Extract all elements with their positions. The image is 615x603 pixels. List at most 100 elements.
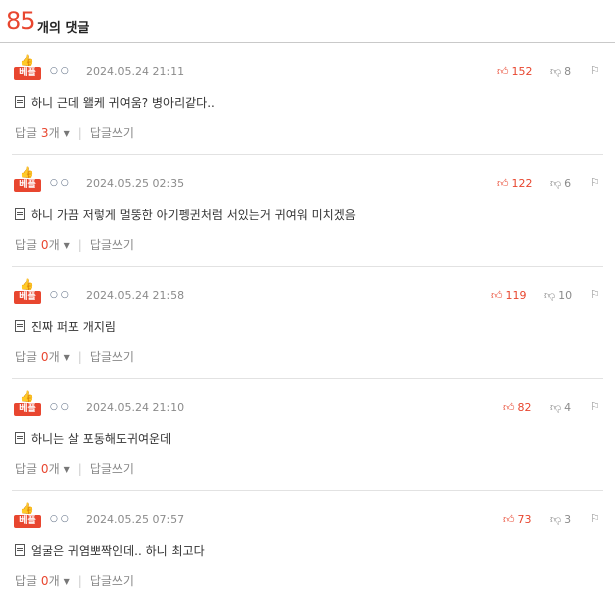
best-badge: 👍 베플 <box>14 167 41 193</box>
thumbs-up-icon: 👍 <box>20 502 34 515</box>
reply-toggle[interactable]: 답글 0개 ▼ <box>15 574 70 588</box>
write-reply-button[interactable]: 답글쓰기 <box>90 350 134 364</box>
write-reply-button[interactable]: 답글쓰기 <box>90 574 134 588</box>
like-count: 122 <box>511 177 533 190</box>
reply-toggle[interactable]: 답글 0개 ▼ <box>15 238 70 252</box>
best-badge: 👍 베플 <box>14 391 41 417</box>
comment-text: 진짜 퍼포 개지림 <box>15 318 116 335</box>
write-reply-button[interactable]: 답글쓰기 <box>90 238 134 252</box>
document-icon <box>15 432 25 444</box>
like-button[interactable]: 👍︎ 152 <box>497 65 533 78</box>
dislike-button[interactable]: 👎︎ 10 <box>544 289 572 302</box>
reply-row: 답글 0개 ▼ | 답글쓰기 <box>15 236 134 253</box>
author-masked: ○○ <box>50 402 72 412</box>
best-badge: 👍 베플 <box>14 279 41 305</box>
report-icon[interactable]: ⚐ <box>590 64 600 77</box>
comment-text: 하니 근데 왤케 귀여움? 병아리같다.. <box>15 94 215 111</box>
reply-toggle[interactable]: 답글 0개 ▼ <box>15 350 70 364</box>
thumbs-down-icon: 👎︎ <box>550 401 562 414</box>
best-badge: 👍 베플 <box>14 503 41 529</box>
author-masked: ○○ <box>50 290 72 300</box>
like-count: 152 <box>511 65 533 78</box>
write-reply-button[interactable]: 답글쓰기 <box>90 126 134 140</box>
comment-count-label: 개의 댓글 <box>37 21 90 36</box>
divider: | <box>77 574 82 588</box>
thumbs-down-icon: 👎︎ <box>550 513 562 526</box>
comment-date: 2024.05.24 21:10 <box>86 401 185 414</box>
report-icon[interactable]: ⚐ <box>590 288 600 301</box>
chevron-down-icon: ▼ <box>63 129 70 138</box>
reply-row: 답글 0개 ▼ | 답글쓰기 <box>15 572 134 589</box>
write-reply-button[interactable]: 답글쓰기 <box>90 462 134 476</box>
comments-header: 85 개의 댓글 <box>0 0 615 43</box>
report-icon[interactable]: ⚐ <box>590 176 600 189</box>
like-button[interactable]: 👍︎ 73 <box>503 513 532 526</box>
reply-label: 답글 <box>15 126 38 140</box>
reply-label: 답글 <box>15 574 38 588</box>
best-badge-label: 베플 <box>14 67 41 80</box>
thumbs-up-icon: 👍︎ <box>497 65 509 78</box>
chevron-down-icon: ▼ <box>63 353 70 362</box>
dislike-button[interactable]: 👎︎ 6 <box>550 177 571 190</box>
like-button[interactable]: 👍︎ 119 <box>491 289 527 302</box>
comment-date: 2024.05.24 21:58 <box>86 289 185 302</box>
thumbs-up-icon: 👍︎ <box>491 289 503 302</box>
report-icon[interactable]: ⚐ <box>590 400 600 413</box>
reply-toggle[interactable]: 답글 3개 ▼ <box>15 126 70 140</box>
comment-date: 2024.05.24 21:11 <box>86 65 185 78</box>
chevron-down-icon: ▼ <box>63 241 70 250</box>
chevron-down-icon: ▼ <box>63 577 70 586</box>
reply-unit: 개 <box>48 126 60 140</box>
comment-text-content: 하니 근데 왤케 귀여움? 병아리같다.. <box>31 96 215 110</box>
reply-row: 답글 0개 ▼ | 답글쓰기 <box>15 348 134 365</box>
comment-text-content: 하니 가끔 저렇게 멀뚱한 아기펭귄처럼 서있는거 귀여워 미치겠음 <box>31 208 356 222</box>
dislike-button[interactable]: 👎︎ 8 <box>550 65 571 78</box>
comment-item: 👍 베플 ○○ 2024.05.25 07:57 👍︎ 73 👎︎ 3 ⚐ 얼굴은 … <box>0 491 615 603</box>
reply-count: 3 <box>40 126 49 140</box>
comment-text-content: 하니는 살 포동해도귀여운데 <box>31 432 172 446</box>
author-masked: ○○ <box>50 66 72 76</box>
best-badge: 👍 베플 <box>14 55 41 81</box>
like-button[interactable]: 👍︎ 82 <box>503 401 532 414</box>
reply-count: 0 <box>40 350 49 364</box>
dislike-count: 3 <box>564 513 572 526</box>
comment-text: 얼굴은 귀염뽀짝인데.. 하니 최고다 <box>15 542 205 559</box>
reply-row: 답글 3개 ▼ | 답글쓰기 <box>15 124 134 141</box>
author-masked: ○○ <box>50 514 72 524</box>
document-icon <box>15 320 25 332</box>
thumbs-down-icon: 👎︎ <box>550 65 562 78</box>
comment-date: 2024.05.25 07:57 <box>86 513 185 526</box>
divider: | <box>77 462 82 476</box>
comment-text: 하니 가끔 저렇게 멀뚱한 아기펭귄처럼 서있는거 귀여워 미치겠음 <box>15 206 356 223</box>
thumbs-up-icon: 👍 <box>20 278 34 291</box>
comment-text-content: 진짜 퍼포 개지림 <box>31 320 116 334</box>
like-button[interactable]: 👍︎ 122 <box>497 177 533 190</box>
dislike-count: 10 <box>558 289 573 302</box>
report-icon[interactable]: ⚐ <box>590 512 600 525</box>
reply-unit: 개 <box>48 238 60 252</box>
thumbs-up-icon: 👍︎ <box>503 401 515 414</box>
best-badge-label: 베플 <box>14 291 41 304</box>
reply-toggle[interactable]: 답글 0개 ▼ <box>15 462 70 476</box>
like-count: 119 <box>505 289 527 302</box>
author-masked: ○○ <box>50 178 72 188</box>
thumbs-down-icon: 👎︎ <box>544 289 556 302</box>
thumbs-up-icon: 👍︎ <box>503 513 515 526</box>
document-icon <box>15 96 25 108</box>
reply-label: 답글 <box>15 350 38 364</box>
thumbs-up-icon: 👍 <box>20 166 34 179</box>
thumbs-up-icon: 👍 <box>20 390 34 403</box>
dislike-button[interactable]: 👎︎ 3 <box>550 513 571 526</box>
reply-count: 0 <box>40 238 49 252</box>
reply-row: 답글 0개 ▼ | 답글쓰기 <box>15 460 134 477</box>
comment-item: 👍 베플 ○○ 2024.05.24 21:10 👍︎ 82 👎︎ 4 ⚐ 하니는 … <box>0 379 615 491</box>
reply-unit: 개 <box>48 574 60 588</box>
dislike-button[interactable]: 👎︎ 4 <box>550 401 571 414</box>
comment-item: 👍 베플 ○○ 2024.05.24 21:58 👍︎ 119 👎︎ 10 ⚐ 진짜… <box>0 267 615 379</box>
comment-text-content: 얼굴은 귀염뽀짝인데.. 하니 최고다 <box>31 544 205 558</box>
reply-count: 0 <box>40 574 49 588</box>
dislike-count: 8 <box>564 65 572 78</box>
reply-label: 답글 <box>15 238 38 252</box>
best-badge-label: 베플 <box>14 179 41 192</box>
divider: | <box>77 238 82 252</box>
